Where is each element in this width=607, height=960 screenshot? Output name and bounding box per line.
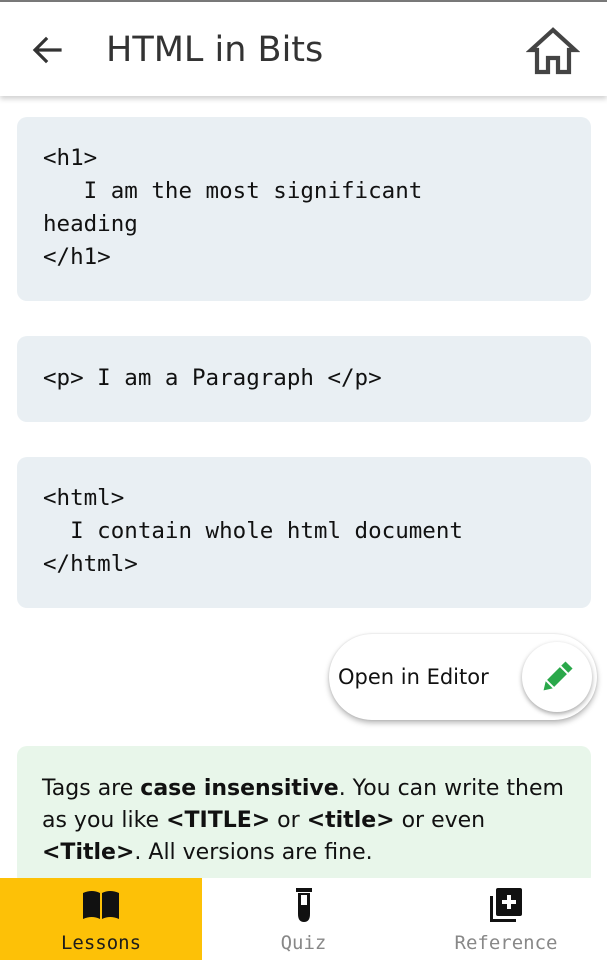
code-block-p: <p> I am a Paragraph </p> (17, 336, 591, 422)
tab-label: Quiz (280, 932, 327, 954)
tab-reference[interactable]: Reference (405, 878, 607, 960)
library-add-icon (490, 888, 522, 922)
code-text: <html> I contain whole html document </h… (43, 485, 463, 577)
open-in-editor-button[interactable]: Open in Editor (329, 634, 597, 720)
tab-label: Lessons (60, 932, 142, 954)
code-text: <h1> I am the most significant heading <… (43, 145, 423, 270)
app-bar: HTML in Bits (0, 2, 607, 96)
editor-fab[interactable] (522, 642, 592, 712)
home-icon (525, 27, 581, 75)
tab-label: Reference (454, 932, 558, 954)
tip-box: Tags are case insensitive. You can write… (17, 746, 591, 886)
tip-text: Tags are case insensitive. You can write… (42, 776, 564, 865)
tab-lessons[interactable]: Lessons (0, 878, 202, 960)
code-text: <p> I am a Paragraph </p> (43, 365, 382, 391)
open-in-editor-label: Open in Editor (338, 665, 489, 689)
back-button[interactable] (26, 30, 68, 70)
arrow-back-icon (32, 36, 62, 64)
page-title: HTML in Bits (106, 30, 324, 70)
bottom-navigation: Lessons Quiz Reference (0, 878, 607, 960)
home-button[interactable] (525, 24, 581, 78)
test-tube-icon (295, 888, 312, 922)
tab-quiz[interactable]: Quiz (202, 878, 405, 960)
code-block-h1: <h1> I am the most significant heading <… (17, 117, 591, 301)
code-block-html: <html> I contain whole html document </h… (17, 457, 591, 608)
pencil-icon (543, 661, 573, 691)
book-icon (83, 891, 119, 919)
